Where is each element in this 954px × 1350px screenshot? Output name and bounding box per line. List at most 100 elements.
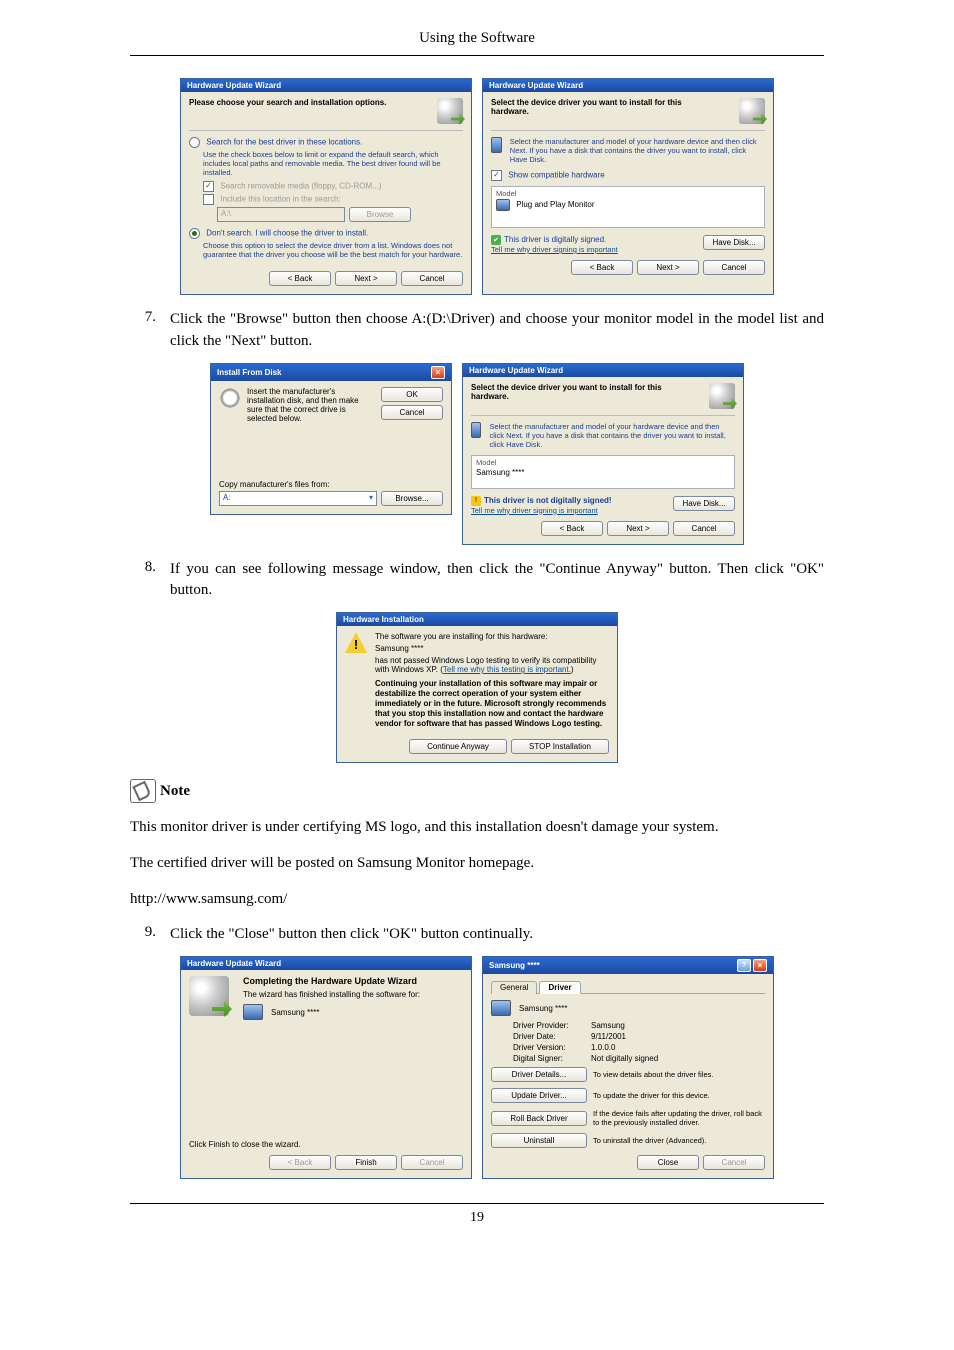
radio-search-best[interactable] <box>189 137 200 148</box>
next-button[interactable]: Next > <box>607 521 669 536</box>
step-text: If you can see following message window,… <box>170 559 824 603</box>
copy-path-field[interactable]: A: ▾ <box>219 491 377 506</box>
rollback-driver-button[interactable]: Roll Back Driver <box>491 1111 587 1126</box>
search-desc: Use the check boxes below to limit or ex… <box>203 150 463 177</box>
checkbox-show-compatible[interactable] <box>491 170 502 181</box>
monitor-icon <box>243 1004 263 1020</box>
completing-heading: Completing the Hardware Update Wizard <box>243 976 463 986</box>
signed-icon: ✔ <box>491 235 501 245</box>
titlebar: Hardware Update Wizard <box>181 79 471 92</box>
why-testing-link[interactable]: Tell me why this testing is important. <box>443 665 571 674</box>
back-button[interactable]: < Back <box>541 521 603 536</box>
signed-status: ✔This driver is digitally signed. <box>491 235 618 245</box>
radio-dont-search-label: Don't search. I will choose the driver t… <box>206 229 368 238</box>
cancel-button[interactable]: Cancel <box>673 521 735 536</box>
browse-button[interactable]: Browse <box>349 207 411 222</box>
checkbox-removable-media-label: Search removable media (floppy, CD-ROM..… <box>220 182 381 191</box>
model-value: Plug and Play Monitor <box>516 200 594 209</box>
checkbox-show-compatible-label: Show compatible hardware <box>508 171 605 180</box>
rule-top <box>130 55 824 56</box>
update-driver-desc: To update the driver for this device. <box>593 1091 765 1100</box>
back-button[interactable]: < Back <box>269 1155 331 1170</box>
checkbox-include-location-label: Include this location in the search: <box>220 195 341 204</box>
dialog-heading: Select the device driver you want to ins… <box>491 98 711 116</box>
finish-button[interactable]: Finish <box>335 1155 397 1170</box>
titlebar-text: Hardware Update Wizard <box>187 959 281 968</box>
device-name: Samsung **** <box>519 1004 567 1013</box>
next-button[interactable]: Next > <box>637 260 699 275</box>
dialog-heading: Please choose your search and installati… <box>189 98 386 107</box>
completing-text: The wizard has finished installing the s… <box>243 990 463 999</box>
titlebar-text: Hardware Update Wizard <box>187 81 281 90</box>
kv-key: Driver Date: <box>513 1032 591 1041</box>
close-icon[interactable]: × <box>753 959 767 972</box>
tab-general[interactable]: General <box>491 981 537 994</box>
kv-val: Samsung <box>591 1021 625 1030</box>
driver-details-desc: To view details about the driver files. <box>593 1070 765 1079</box>
back-button[interactable]: < Back <box>269 271 331 286</box>
model-row[interactable]: Plug and Play Monitor <box>496 199 760 211</box>
model-column-header: Model <box>496 189 760 198</box>
why-signing-link[interactable]: Tell me why driver signing is important <box>491 245 618 254</box>
uninstall-desc: To uninstall the driver (Advanced). <box>593 1136 765 1145</box>
driver-desc: Select the manufacturer and model of you… <box>489 422 735 449</box>
completing-hint: Click Finish to close the wizard. <box>189 1140 463 1149</box>
wizard-icon <box>437 98 463 124</box>
next-button[interactable]: Next > <box>335 271 397 286</box>
titlebar: Install From Disk × <box>211 364 451 381</box>
titlebar-text: Hardware Update Wizard <box>489 81 583 90</box>
rollback-driver-desc: If the device fails after updating the d… <box>593 1109 765 1127</box>
uninstall-button[interactable]: Uninstall <box>491 1133 587 1148</box>
titlebar: Samsung **** ? × <box>483 957 773 974</box>
why-signing-link[interactable]: Tell me why driver signing is important <box>471 506 612 515</box>
dont-search-desc: Choose this option to select the device … <box>203 241 463 259</box>
page-number: 19 <box>130 1210 824 1226</box>
checkbox-include-location[interactable] <box>203 194 214 205</box>
cancel-button[interactable]: Cancel <box>401 271 463 286</box>
close-icon[interactable]: × <box>431 366 445 379</box>
continue-anyway-button[interactable]: Continue Anyway <box>409 739 507 754</box>
titlebar: Hardware Update Wizard <box>483 79 773 92</box>
tab-driver[interactable]: Driver <box>539 981 580 994</box>
cancel-button[interactable]: Cancel <box>401 1155 463 1170</box>
checkbox-removable-media[interactable] <box>203 181 214 192</box>
monitor-icon <box>491 1000 511 1016</box>
stop-installation-button[interactable]: STOP Installation <box>511 739 609 754</box>
driver-details-button[interactable]: Driver Details... <box>491 1067 587 1082</box>
note-paragraph-2: The certified driver will be posted on S… <box>130 853 824 875</box>
ok-button[interactable]: OK <box>381 387 443 402</box>
titlebar-text: Install From Disk <box>217 368 281 377</box>
titlebar-text: Hardware Update Wizard <box>469 366 563 375</box>
model-row[interactable]: Samsung **** <box>476 468 730 477</box>
browse-button[interactable]: Browse... <box>381 491 443 506</box>
page-header: Using the Software <box>130 30 824 47</box>
monitor-small-icon <box>496 199 510 211</box>
update-driver-button[interactable]: Update Driver... <box>491 1088 587 1103</box>
model-column-header: Model <box>476 458 730 467</box>
dialog-heading: Select the device driver you want to ins… <box>471 383 691 401</box>
copy-from-label: Copy manufacturer's files from: <box>219 480 443 489</box>
wizard-icon <box>189 976 229 1016</box>
warning-icon: ! <box>345 632 367 653</box>
close-button[interactable]: Close <box>637 1155 699 1170</box>
monitor-icon <box>471 422 481 438</box>
step-number: 9. <box>130 924 156 946</box>
location-path-field[interactable]: A:\ <box>217 207 345 222</box>
install-warning: Continuing your installation of this sof… <box>375 679 609 729</box>
wizard-icon <box>739 98 765 124</box>
monitor-icon <box>491 137 502 153</box>
cancel-button[interactable]: Cancel <box>381 405 443 420</box>
titlebar-text: Hardware Installation <box>343 615 424 624</box>
help-icon[interactable]: ? <box>737 959 751 972</box>
titlebar-text: Samsung **** <box>489 961 540 970</box>
cancel-button[interactable]: Cancel <box>703 1155 765 1170</box>
cancel-button[interactable]: Cancel <box>703 260 765 275</box>
have-disk-button[interactable]: Have Disk... <box>703 235 765 250</box>
rule-bottom <box>130 1203 824 1204</box>
driver-desc: Select the manufacturer and model of you… <box>510 137 765 164</box>
back-button[interactable]: < Back <box>571 260 633 275</box>
have-disk-button[interactable]: Have Disk... <box>673 496 735 511</box>
step-number: 7. <box>130 309 156 353</box>
titlebar: Hardware Installation <box>337 613 617 626</box>
radio-dont-search[interactable] <box>189 228 200 239</box>
